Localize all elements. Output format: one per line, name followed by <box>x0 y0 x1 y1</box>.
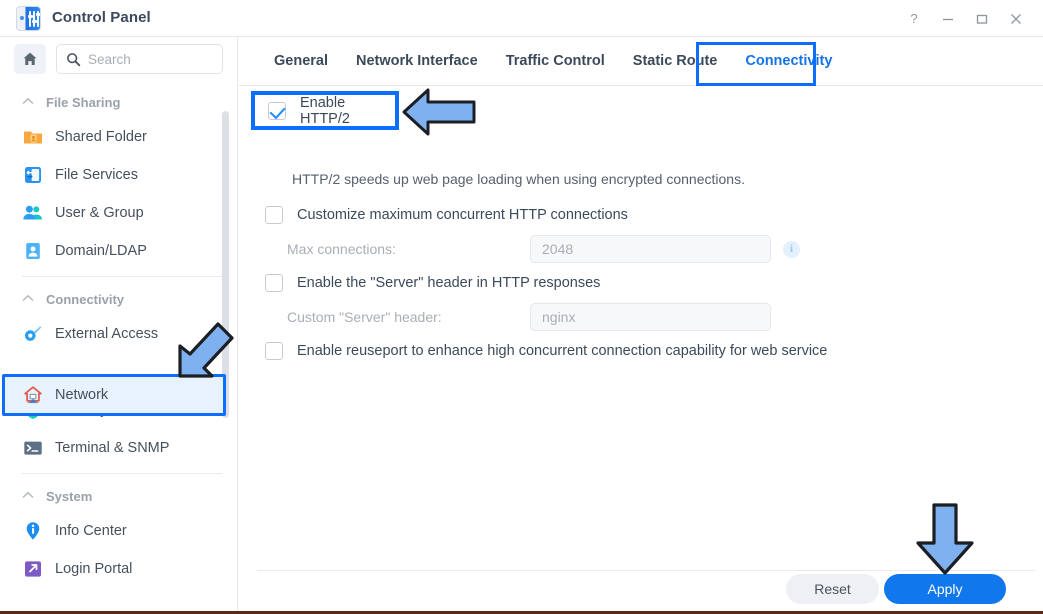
sidebar-item-label: Domain/LDAP <box>55 243 147 259</box>
highlight-box-enable-http2: Enable HTTP/2 <box>251 91 399 130</box>
terminal-icon <box>22 437 44 459</box>
help-button[interactable]: ? <box>897 4 931 34</box>
chevron-up-icon <box>22 97 34 108</box>
sidebar-item-label: User & Group <box>55 205 144 221</box>
sidebar-item-domain-ldap[interactable]: Domain/LDAP <box>0 232 237 270</box>
sidebar-item-label: Network <box>55 387 109 403</box>
sidebar-group-label: System <box>46 488 93 504</box>
enable-http2-label: Enable HTTP/2 <box>300 94 350 127</box>
chevron-up-icon <box>22 294 34 305</box>
max-connections-checkbox-row[interactable]: Customize maximum concurrent HTTP connec… <box>265 206 628 224</box>
window-title: Control Panel <box>52 9 151 26</box>
user-group-icon <box>22 202 44 224</box>
close-button[interactable] <box>999 4 1033 34</box>
sidebar-item-user-group[interactable]: User & Group <box>0 194 237 232</box>
server-header-checkbox[interactable] <box>265 274 283 292</box>
sidebar-item-label: File Services <box>55 167 138 183</box>
home-button[interactable] <box>14 44 46 74</box>
reuseport-checkbox-row[interactable]: Enable reuseport to enhance high concurr… <box>265 342 827 360</box>
info-center-icon <box>22 520 44 542</box>
login-portal-icon <box>22 558 44 580</box>
http2-description: HTTP/2 speeds up web page loading when u… <box>292 171 745 187</box>
home-icon <box>23 52 37 65</box>
arrow-to-enable-http2 <box>402 88 476 136</box>
sidebar-item-label: Login Portal <box>55 561 133 577</box>
arrow-to-network-sidebar-item <box>178 322 234 378</box>
max-connections-input[interactable]: 2048 <box>530 235 771 263</box>
search-icon <box>67 52 81 66</box>
info-icon[interactable]: i <box>783 240 800 258</box>
sidebar-item-label: Info Center <box>55 523 127 539</box>
apply-button[interactable]: Apply <box>884 574 1006 604</box>
maximize-button[interactable] <box>965 4 999 34</box>
sidebar-item-label: Shared Folder <box>55 129 147 145</box>
svg-text:?: ? <box>910 12 917 26</box>
tab-general[interactable]: General <box>260 38 342 85</box>
sidebar-group-file-sharing[interactable]: File Sharing <box>0 86 237 118</box>
network-icon <box>22 384 44 406</box>
sidebar-group-system[interactable]: System <box>0 480 237 512</box>
reset-button[interactable]: Reset <box>786 574 879 604</box>
search-input[interactable]: Search <box>56 44 223 74</box>
control-panel-icon <box>16 6 41 31</box>
shared-folder-icon <box>22 126 44 148</box>
server-header-field-row: Custom "Server" header: nginx <box>287 303 847 331</box>
sidebar-toolbar: Search <box>0 37 237 81</box>
sidebar-item-login-portal[interactable]: Login Portal <box>0 550 237 588</box>
sidebar-group-connectivity[interactable]: Connectivity <box>0 283 237 315</box>
sidebar-group-label: Connectivity <box>46 291 125 307</box>
minimize-button[interactable] <box>931 4 965 34</box>
sidebar-divider <box>22 473 222 474</box>
max-connections-checkbox[interactable] <box>265 206 283 224</box>
window-titlebar: Control Panel ? <box>0 0 1043 37</box>
max-connections-label: Customize maximum concurrent HTTP connec… <box>297 207 628 223</box>
sidebar-item-file-services[interactable]: File Services <box>0 156 237 194</box>
max-connections-field-row: Max connections: 2048 i <box>287 235 847 263</box>
chevron-up-icon <box>22 491 34 502</box>
tab-network-interface[interactable]: Network Interface <box>342 38 492 85</box>
server-header-input[interactable]: nginx <box>530 303 771 331</box>
window-controls: ? <box>897 0 1033 37</box>
server-header-checkbox-row[interactable]: Enable the "Server" header in HTTP respo… <box>265 274 600 292</box>
external-access-icon <box>22 323 44 345</box>
sidebar-item-shared-folder[interactable]: Shared Folder <box>0 118 237 156</box>
sidebar-item-label: External Access <box>55 326 159 342</box>
domain-ldap-icon <box>22 240 44 262</box>
arrow-to-apply-button <box>916 503 974 575</box>
enable-http2-checkbox[interactable] <box>268 101 286 120</box>
server-header-field-label: Custom "Server" header: <box>287 309 442 325</box>
tab-bar: General Network Interface Traffic Contro… <box>239 37 1043 86</box>
sidebar-divider <box>22 276 222 277</box>
server-header-label: Enable the "Server" header in HTTP respo… <box>297 275 601 291</box>
reuseport-label: Enable reuseport to enhance high concurr… <box>297 343 828 359</box>
sidebar-group-label: File Sharing <box>46 94 121 110</box>
sidebar-item-label: Terminal & SNMP <box>55 440 170 456</box>
file-services-icon <box>22 164 44 186</box>
max-connections-field-label: Max connections: <box>287 241 396 257</box>
sidebar-item-info-center[interactable]: Info Center <box>0 512 237 550</box>
search-placeholder: Search <box>88 51 131 67</box>
tab-traffic-control[interactable]: Traffic Control <box>492 38 619 85</box>
highlight-box-connectivity-tab <box>696 42 816 86</box>
sidebar-item-terminal-snmp[interactable]: Terminal & SNMP <box>0 429 237 467</box>
control-panel-window: Control Panel ? Search File Sharing Shar… <box>0 0 1043 614</box>
reuseport-checkbox[interactable] <box>265 342 283 360</box>
